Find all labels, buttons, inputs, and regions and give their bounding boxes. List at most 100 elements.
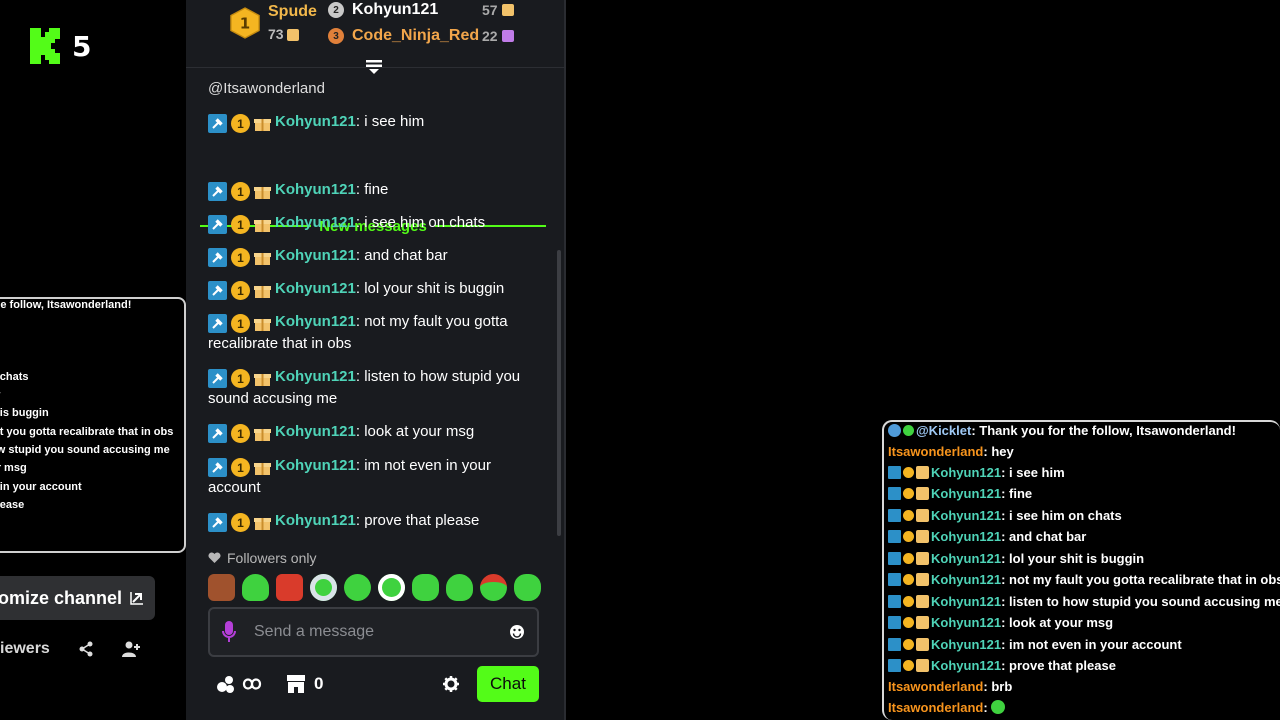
overlay-line: Kohyun121: and chat bar xyxy=(888,528,1086,546)
moderator-icon xyxy=(208,281,227,300)
pools-infinity-icon[interactable] xyxy=(216,674,262,694)
chat-message-text: prove that please xyxy=(364,512,480,529)
add-user-icon[interactable] xyxy=(121,641,140,657)
chat-messages[interactable]: @Itsawonderland 1 Kohyun121: i see him Ne… xyxy=(186,70,556,540)
moderator-icon xyxy=(888,552,901,565)
chat-message[interactable]: 1 Kohyun121: not my fault you gotta recal… xyxy=(208,311,538,355)
chat-username[interactable]: Kohyun121 xyxy=(275,181,356,198)
gift-icon xyxy=(916,638,929,651)
overlay-text: brb xyxy=(991,679,1013,694)
share-icon[interactable] xyxy=(78,641,94,657)
viewers-label: iewers xyxy=(0,640,50,657)
microphone-icon[interactable] xyxy=(222,621,236,643)
emote-green-wave-icon[interactable] xyxy=(446,574,473,601)
leaderboard-third-name: Code_Ninja_Red xyxy=(352,27,480,44)
chat-username[interactable]: Kohyun121 xyxy=(275,247,356,264)
emote-headphones-icon[interactable] xyxy=(378,574,405,601)
emoji-picker-icon[interactable] xyxy=(509,624,525,640)
overlay-username: Itsawonderland xyxy=(888,700,984,715)
left-chat-overlay: the follow, Itsawonderland! n chats ar i… xyxy=(0,297,186,553)
leaderboard-second[interactable]: 2 Kohyun121 xyxy=(328,0,438,20)
gift-icon xyxy=(916,595,929,608)
overlay-line: Kohyun121: im not even in your account xyxy=(888,636,1182,654)
gift-icon xyxy=(916,573,929,586)
chat-input-box[interactable] xyxy=(208,607,539,657)
moderator-icon xyxy=(208,114,227,133)
overlay-line: ult you gotta recalibrate that in obs xyxy=(0,426,174,438)
moderator-icon xyxy=(888,573,901,586)
chat-message[interactable]: 1 Kohyun121: lol your shit is buggin xyxy=(208,278,538,300)
chat-message[interactable]: 1 Kohyun121: im not even in your account xyxy=(208,455,538,499)
overlay-text: hey xyxy=(991,444,1014,459)
chat-message-text: i see him on chats xyxy=(364,214,486,231)
coin-badge-icon: 1 xyxy=(231,458,250,477)
chat-username[interactable]: Kohyun121 xyxy=(275,423,356,440)
gift-icon xyxy=(916,659,929,672)
customize-label: omize channel xyxy=(0,587,123,608)
verified-icon xyxy=(903,425,914,436)
mention-text: @Itsawonderland xyxy=(208,80,325,97)
chat-message-input[interactable] xyxy=(254,623,509,641)
leaderboard-third[interactable]: 3 Code_Ninja_Red xyxy=(328,26,479,46)
overlay-line: Kohyun121: not my fault you gotta recali… xyxy=(888,571,1280,589)
moderator-icon xyxy=(888,530,901,543)
gift-icon xyxy=(254,118,271,131)
chat-username[interactable]: Kohyun121 xyxy=(275,457,356,474)
moderator-icon xyxy=(208,248,227,267)
chat-username[interactable]: Kohyun121 xyxy=(275,214,356,231)
emote-smirk-icon[interactable] xyxy=(344,574,371,601)
overlay-text: im not even in your account xyxy=(1009,637,1182,652)
chat-scrollbar[interactable] xyxy=(557,250,561,536)
customize-channel-button[interactable]: omize channel xyxy=(0,576,155,620)
gift-icon xyxy=(287,29,300,41)
overlay-text: Thank you for the follow, Itsawonderland… xyxy=(979,423,1236,438)
emote-green-smile-icon[interactable] xyxy=(412,574,439,601)
gold-rank-badge-icon: 1 xyxy=(230,7,260,39)
overlay-username: Kohyun121 xyxy=(931,551,1002,566)
chat-username[interactable]: Kohyun121 xyxy=(275,280,356,297)
store-icon[interactable] xyxy=(286,674,306,693)
chat-message[interactable]: 1 Kohyun121: look at your msg xyxy=(208,421,538,443)
silver-rank-icon: 2 xyxy=(328,2,344,18)
moderator-icon xyxy=(208,458,227,477)
emote-mushroom-icon[interactable] xyxy=(480,574,507,601)
chat-message[interactable]: 1 Kohyun121: prove that please xyxy=(208,510,538,532)
chat-message[interactable]: 1 Kohyun121: i see him xyxy=(208,111,538,133)
send-chat-button[interactable]: Chat xyxy=(477,666,539,702)
svg-text:1: 1 xyxy=(240,15,250,33)
coin-badge-icon xyxy=(903,596,914,607)
gift-icon xyxy=(254,318,271,331)
chat-message[interactable]: 1 Kohyun121: and chat bar xyxy=(208,245,538,267)
emote-goggles-icon[interactable] xyxy=(310,574,337,601)
kick-logo[interactable]: 5 xyxy=(30,28,91,64)
right-chat-overlay: @Kicklet: Thank you for the follow, Itsa… xyxy=(882,420,1280,720)
overlay-username: Kohyun121 xyxy=(931,465,1002,480)
chat-message[interactable]: 1 Kohyun121: i see him on chats xyxy=(208,212,538,234)
emote-red-mask-icon[interactable] xyxy=(276,574,303,601)
overlay-username: Itsawonderland xyxy=(888,444,984,459)
overlay-line: ow stupid you sound accusing me xyxy=(0,444,170,456)
chat-username[interactable]: Kohyun121 xyxy=(275,512,356,529)
moderator-icon xyxy=(888,638,901,651)
chat-message[interactable]: 1 Kohyun121: listen to how stupid you sou… xyxy=(208,366,538,410)
overlay-line: @Kicklet: Thank you for the follow, Itsa… xyxy=(888,422,1236,440)
chat-message-text: and chat bar xyxy=(364,247,448,264)
emote-green-blob-icon[interactable] xyxy=(242,574,269,601)
overlay-username: Kohyun121 xyxy=(931,637,1002,652)
overlay-line: Kohyun121: look at your msg xyxy=(888,614,1113,632)
overlay-username: Kohyun121 xyxy=(931,486,1002,501)
moderator-icon xyxy=(208,369,227,388)
chat-bottom-bar: 0 Chat xyxy=(186,664,566,704)
emote-face-icon[interactable] xyxy=(208,574,235,601)
chat-username[interactable]: Kohyun121 xyxy=(275,313,356,330)
chat-message[interactable]: 1 Kohyun121: fine xyxy=(208,179,538,201)
emote-green-happy-icon[interactable] xyxy=(514,574,541,601)
coin-badge-icon xyxy=(903,467,914,478)
gear-icon[interactable] xyxy=(443,676,459,692)
chat-message-text: look at your msg xyxy=(364,423,475,440)
chat-username[interactable]: Kohyun121 xyxy=(275,113,356,130)
overlay-text: listen to how stupid you sound accusing … xyxy=(1009,594,1280,609)
coin-badge-icon: 1 xyxy=(231,182,250,201)
overlay-text: prove that please xyxy=(1009,658,1116,673)
chat-username[interactable]: Kohyun121 xyxy=(275,368,356,385)
